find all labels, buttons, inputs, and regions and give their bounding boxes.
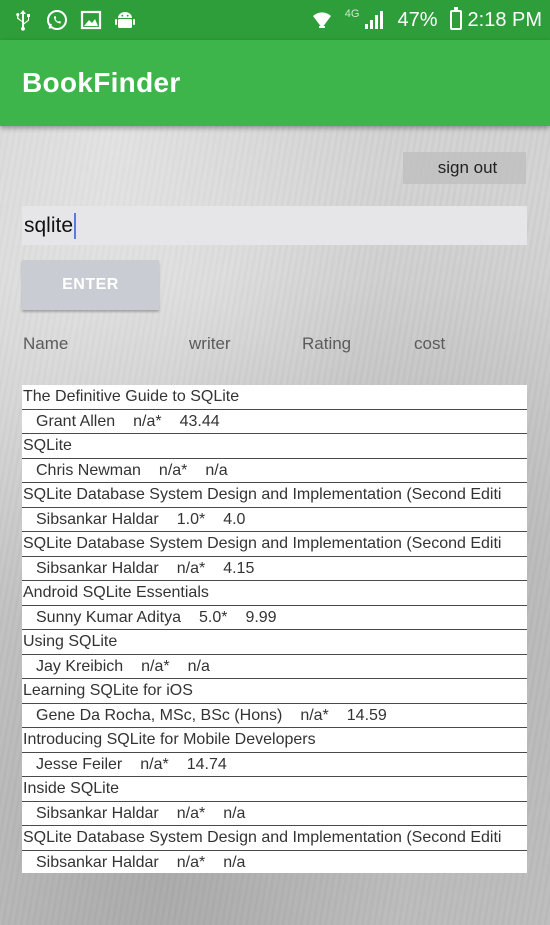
clock: 2:18 PM [467,8,542,31]
screen: 4G 47% 2:18 PM BookFinder sign out sqlit… [0,0,550,925]
book-meta: Sibsankar Haldar 1.0* 4.0 [22,508,527,531]
list-item[interactable]: SQLite Chris Newman n/a* n/a [22,434,527,483]
status-bar: 4G 47% 2:18 PM [0,0,550,40]
search-input-value: sqlite [24,213,74,237]
book-title: SQLite Database System Design and Implem… [22,483,527,508]
book-meta: Gene Da Rocha, MSc, BSc (Hons) n/a* 14.59 [22,704,527,727]
wifi-icon [311,9,333,31]
book-author: Gene Da Rocha, MSc, BSc (Hons) [36,707,283,724]
book-title: SQLite Database System Design and Implem… [22,826,527,851]
book-cost: 14.74 [186,756,227,773]
list-item[interactable]: The Definitive Guide to SQLite Grant All… [22,385,527,434]
book-cost: 43.44 [179,413,220,430]
book-meta: Sibsankar Haldar n/a* 4.15 [22,557,527,580]
column-header-rating: Rating [302,334,352,353]
battery-icon [449,7,462,30]
book-title: Learning SQLite for iOS [22,679,527,704]
list-item[interactable]: Using SQLite Jay Kreibich n/a* n/a [22,630,527,679]
book-rating: n/a* [140,756,169,773]
sign-out-button[interactable]: sign out [403,152,526,184]
book-meta: Sibsankar Haldar n/a* n/a [22,851,527,873]
book-cost: n/a [223,805,246,822]
book-author: Sibsankar Haldar [36,805,159,822]
book-rating: n/a* [158,462,188,479]
book-rating: n/a* [300,707,329,724]
book-cost: n/a [223,854,246,871]
status-right: 4G 47% 2:18 PM [311,7,542,32]
book-meta: Jesse Feiler n/a* 14.74 [22,753,527,776]
whatsapp-icon [46,9,68,31]
network-label: 4G [344,8,360,20]
list-item[interactable]: Introducing SQLite for Mobile Developers… [22,728,527,777]
text-cursor [74,212,77,239]
book-cost: 4.0 [223,511,246,528]
book-author: Sibsankar Haldar [36,511,159,528]
book-author: Chris Newman [36,462,141,479]
book-title: Inside SQLite [22,777,527,802]
book-author: Jesse Feiler [36,756,123,773]
image-icon [80,9,102,31]
book-meta: Jay Kreibich n/a* n/a [22,655,527,678]
book-title: Using SQLite [22,630,527,655]
battery-percent: 47% [397,8,438,31]
usb-icon [12,9,34,31]
book-rating: n/a* [176,854,206,871]
signal-icon [363,9,385,31]
book-meta: Chris Newman n/a* n/a [22,459,527,482]
book-rating: n/a* [133,413,162,430]
book-rating: 1.0* [176,511,206,528]
book-rating: n/a* [176,805,206,822]
book-title: Android SQLite Essentials [22,581,527,606]
book-author: Sibsankar Haldar [36,560,159,577]
list-item[interactable]: SQLite Database System Design and Implem… [22,532,527,581]
book-cost: n/a [205,462,228,479]
book-rating: 5.0* [198,609,228,626]
list-item[interactable]: Learning SQLite for iOS Gene Da Rocha, M… [22,679,527,728]
column-header-cost: cost [414,334,446,353]
enter-button[interactable]: ENTER [22,260,159,310]
list-item[interactable]: Android SQLite Essentials Sunny Kumar Ad… [22,581,527,630]
book-rating: n/a* [176,560,206,577]
column-header-name: Name [23,334,69,353]
results-list[interactable]: The Definitive Guide to SQLite Grant All… [22,385,527,873]
book-title: SQLite Database System Design and Implem… [22,532,527,557]
book-author: Grant Allen [36,413,116,430]
book-title: The Definitive Guide to SQLite [22,385,527,410]
android-icon [114,9,136,31]
book-author: Sunny Kumar Aditya [36,609,181,626]
list-item[interactable]: Inside SQLite Sibsankar Haldar n/a* n/a [22,777,527,826]
app-title: BookFinder [22,67,181,98]
search-input[interactable]: sqlite [22,206,527,245]
book-meta: Sunny Kumar Aditya 5.0* 9.99 [22,606,527,629]
book-cost: n/a [187,658,210,675]
status-left [12,9,136,31]
list-item[interactable]: SQLite Database System Design and Implem… [22,483,527,532]
book-meta: Grant Allen n/a* 43.44 [22,410,527,433]
book-cost: 9.99 [245,609,277,626]
book-meta: Sibsankar Haldar n/a* n/a [22,802,527,825]
column-header-writer: writer [189,334,231,353]
list-item[interactable]: SQLite Database System Design and Implem… [22,826,527,873]
book-author: Jay Kreibich [36,658,124,675]
app-bar: BookFinder [0,40,550,126]
book-title: SQLite [22,434,527,459]
book-cost: 14.59 [346,707,387,724]
book-cost: 4.15 [223,560,255,577]
book-rating: n/a* [141,658,170,675]
book-title: Introducing SQLite for Mobile Developers [22,728,527,753]
book-author: Sibsankar Haldar [36,854,159,871]
